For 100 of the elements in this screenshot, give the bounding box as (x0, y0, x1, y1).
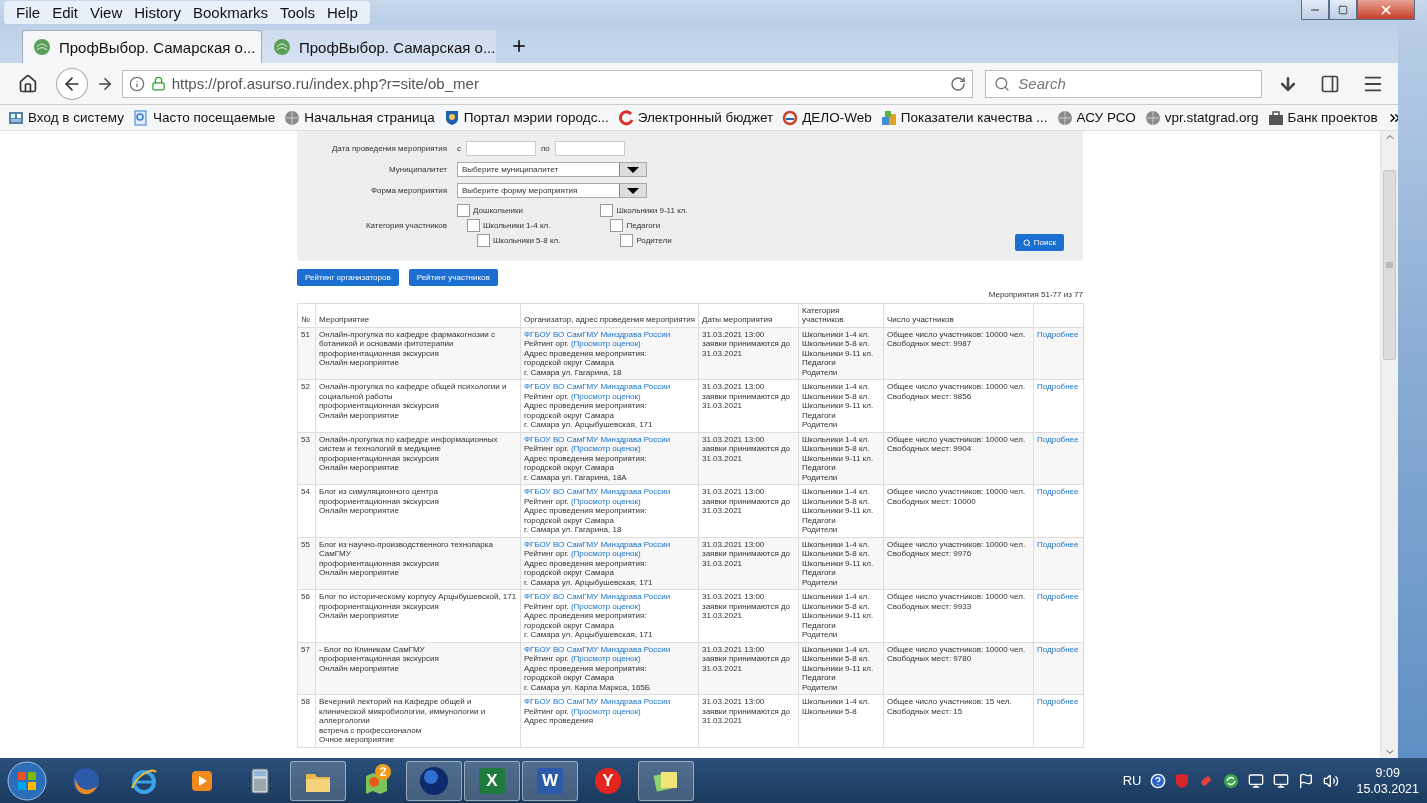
details-link[interactable]: Подробнее (1037, 592, 1079, 601)
bookmark-link[interactable]: Показатели качества ... (880, 109, 1048, 126)
bookmark-link[interactable]: Вход в систему (8, 109, 124, 126)
language-indicator[interactable]: RU (1122, 773, 1142, 788)
bookmark-link[interactable]: vpr.statgrad.org (1144, 109, 1259, 126)
ratings-link[interactable]: (Просмотр оценок) (570, 706, 641, 716)
checkbox[interactable] (457, 204, 470, 217)
checkbox[interactable] (467, 219, 480, 232)
bookmark-link[interactable]: Портал мэрии городс... (443, 109, 609, 126)
start-button[interactable] (6, 759, 48, 802)
scroll-thumb[interactable] (1383, 170, 1396, 360)
monitor-icon[interactable] (1248, 772, 1265, 789)
menu-item[interactable]: Tools (274, 4, 321, 21)
help-icon[interactable] (1150, 772, 1167, 789)
bookmark-link[interactable]: Начальная страница (284, 109, 435, 126)
ratings-link[interactable]: (Просмотр оценок) (570, 654, 641, 663)
taskbar-button[interactable] (406, 760, 462, 801)
reload-icon[interactable] (950, 75, 967, 92)
taskbar-button[interactable]: W (522, 760, 578, 801)
rating-button[interactable]: Рейтинг организаторов (297, 269, 399, 286)
event-form-select[interactable]: Выберите форму мероприятия (457, 183, 647, 198)
taskbar-button[interactable]: X (464, 760, 520, 801)
details-link[interactable]: Подробнее (1037, 539, 1079, 549)
browser-tab[interactable]: ПрофВыбор. Самарская о... (262, 30, 496, 63)
organizer-link[interactable]: ФГБОУ ВО СамГМУ Минздрава России (524, 697, 695, 707)
browser-tab[interactable]: ПрофВыбор. Самарская о... (22, 30, 262, 63)
checkbox[interactable] (620, 234, 634, 247)
details-link[interactable]: Подробнее (1037, 382, 1079, 391)
bookmark-link[interactable]: Часто посещаемые (133, 109, 276, 126)
scrollbar[interactable] (1380, 131, 1398, 758)
date-field[interactable] (554, 141, 625, 156)
ratings-link[interactable]: (Просмотр оценок) (570, 339, 641, 348)
bookmark-link[interactable]: Электронный бюджет (617, 109, 774, 126)
organizer-link[interactable]: ФГБОУ ВО СамГМУ Минздрава России (524, 592, 695, 602)
volume-icon[interactable] (1323, 772, 1340, 789)
minimize-button[interactable] (1301, 0, 1329, 20)
menu-item[interactable]: History (128, 4, 187, 21)
checkbox[interactable] (477, 234, 490, 247)
details-link[interactable]: Подробнее (1037, 644, 1079, 654)
menu-item[interactable]: File (10, 4, 47, 21)
monitor-icon[interactable] (1273, 772, 1290, 789)
details-link[interactable]: Подробнее (1037, 329, 1079, 339)
menu-item[interactable]: Bookmarks (186, 4, 274, 21)
category-text: Школьники 1-4 кл. (802, 539, 871, 549)
category-text: Школьники 5-8 кл. (802, 601, 871, 611)
back-button[interactable] (55, 67, 88, 100)
menu-item[interactable]: View (84, 4, 129, 21)
details-link[interactable]: Подробнее (1037, 434, 1079, 444)
menu-item[interactable]: Help (321, 4, 364, 21)
organizer-link[interactable]: ФГБОУ ВО СамГМУ Минздрава России (524, 434, 695, 444)
bookmark-link[interactable]: АСУ РСО (1056, 109, 1136, 126)
grip-icon (1386, 262, 1393, 268)
checkbox[interactable] (600, 204, 614, 217)
rating-label: Рейтинг орг. (524, 339, 569, 348)
date-field[interactable] (466, 141, 536, 156)
municipality-select[interactable]: Выберите муниципалитет (457, 162, 647, 177)
address-bar[interactable]: https://prof.asurso.ru/index.php?r=site/ob_mer (121, 69, 974, 98)
column-header: Число участников (883, 303, 1034, 327)
maximize-button[interactable] (1329, 0, 1357, 20)
menu-item[interactable]: Edit (46, 4, 85, 21)
event-type: профориентационная экскурсия (319, 654, 440, 664)
field-label: Категория участников (364, 220, 447, 231)
organizer-link[interactable]: ФГБОУ ВО СамГМУ Минздрава России (524, 382, 695, 392)
search-button[interactable]: Поиск (1014, 234, 1064, 251)
event-type: Онлайн мероприятие (319, 663, 400, 673)
field-label: Форма мероприятия (369, 185, 447, 196)
home-icon[interactable] (18, 73, 38, 94)
address-text: г. Самара ул. Арцыбушевская, 171 (524, 630, 654, 640)
ratings-link[interactable]: (Просмотр оценок) (570, 549, 641, 558)
bookmark-link[interactable]: ДЕЛО-Web (782, 109, 872, 126)
sync-icon[interactable] (1223, 772, 1240, 789)
clock[interactable]: 9:09 15.03.2021 (1356, 764, 1419, 797)
taskbar-button[interactable]: Y (580, 760, 636, 801)
info-icon[interactable] (128, 75, 145, 92)
search-field[interactable]: Search (985, 69, 1262, 98)
lock-icon (150, 76, 166, 91)
plus-icon[interactable] (510, 37, 528, 55)
organizer-link[interactable]: ФГБОУ ВО СамГМУ Минздрава России (524, 487, 695, 497)
close-button[interactable] (1357, 0, 1415, 20)
ratings-link[interactable]: (Просмотр оценок) (570, 391, 641, 401)
details-link[interactable]: Подробнее (1037, 487, 1079, 496)
taskbar-button[interactable] (638, 760, 694, 801)
ratings-link[interactable]: (Просмотр оценок) (570, 444, 641, 453)
taskbar-button[interactable] (290, 760, 346, 801)
app-icon (8, 109, 24, 126)
organizer-link[interactable]: ФГБОУ ВО СамГМУ Минздрава России (524, 329, 695, 339)
event-type: профориентационная экскурсия (319, 348, 440, 358)
bookmark-link[interactable]: Банк проектов (1267, 109, 1378, 126)
flag-icon[interactable] (1298, 772, 1315, 789)
browser-icon (71, 765, 101, 796)
ratings-link[interactable]: (Просмотр оценок) (570, 496, 641, 506)
category-text: Школьники 1-4 кл. (802, 644, 871, 654)
sidebar-icon[interactable] (1320, 73, 1340, 94)
organizer-link[interactable]: ФГБОУ ВО СамГМУ Минздрава России (524, 539, 695, 549)
details-link[interactable]: Подробнее (1037, 697, 1079, 706)
ring-icon (782, 109, 799, 126)
checkbox[interactable] (610, 219, 624, 232)
ratings-link[interactable]: (Просмотр оценок) (570, 601, 641, 611)
rating-button[interactable]: Рейтинг участников (408, 269, 498, 286)
organizer-link[interactable]: ФГБОУ ВО СамГМУ Минздрава России (524, 644, 695, 654)
